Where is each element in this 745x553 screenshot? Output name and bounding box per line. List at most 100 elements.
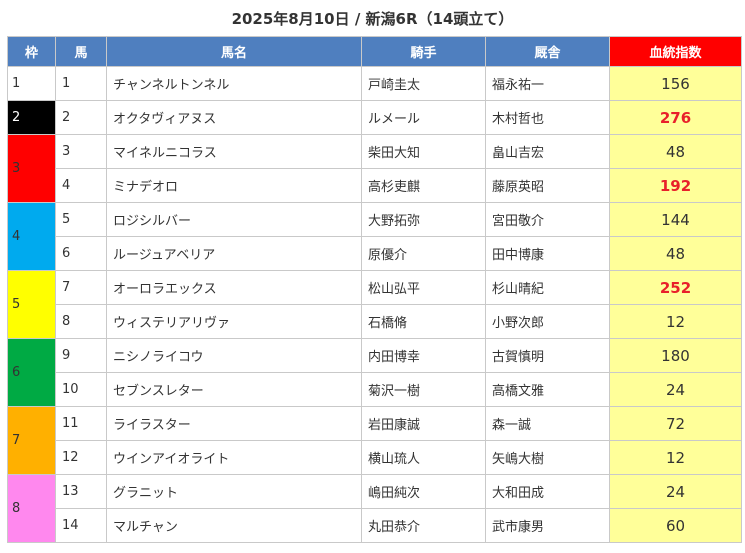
score-cell: 48 [609,236,742,271]
entry-table: 枠 馬 馬名 騎手 厩舎 血統指数 1 1 チャンネルトンネル 戸崎圭太 福永祐一 156… [7,36,742,543]
score-cell: 60 [609,508,742,543]
score-cell: 72 [609,406,742,441]
score-cell: 276 [609,100,742,135]
stable-cell: 森一誠 [485,406,610,441]
table-row: 8 13 グラニット 嶋田純次 大和田成 24 [7,474,742,543]
stable-cell: 藤原英昭 [485,168,610,203]
table-row: 10 セブンスレター 菊沢一樹 高橋文雅 24 [8,372,742,407]
horse-name-cell: オクタヴィアヌス [106,100,362,135]
table-row: 6 ルージュアベリア 原優介 田中博康 48 [8,236,742,271]
stable-cell: 矢嶋大樹 [485,440,610,475]
horse-number-cell: 8 [55,304,107,339]
table-row: 8 ウィステリアリヴァ 石橋脩 小野次郎 12 [8,304,742,339]
horse-name-cell: セブンスレター [106,372,362,407]
table-row: 2 2 オクタヴィアヌス ルメール 木村哲也 276 [7,100,742,135]
jockey-cell: 戸崎圭太 [361,66,486,101]
horse-number-cell: 13 [55,474,107,509]
horse-name-cell: マイネルニコラス [106,134,362,169]
waku-cell: 6 [7,338,56,407]
stable-cell: 小野次郎 [485,304,610,339]
stable-cell: 福永祐一 [485,66,610,101]
table-row: 7 11 ライラスター 岩田康誠 森一誠 72 [7,406,742,475]
score-cell: 192 [609,168,742,203]
score-cell: 48 [609,134,742,169]
horse-number-cell: 5 [55,202,107,237]
table-row: 14 マルチャン 丸田恭介 武市康男 60 [8,508,742,543]
jockey-cell: 嶋田純次 [361,474,486,509]
horse-number-cell: 4 [55,168,107,203]
waku-cell: 7 [7,406,56,475]
horse-name-cell: チャンネルトンネル [106,66,362,101]
header-waku: 枠 [7,36,56,67]
horse-name-cell: ルージュアベリア [106,236,362,271]
horse-name-cell: マルチャン [106,508,362,543]
waku-cell: 2 [7,100,56,135]
horse-name-cell: ロジシルバー [106,202,362,237]
horse-number-cell: 1 [55,66,107,101]
stable-cell: 畠山吉宏 [485,134,610,169]
table-row: 6 9 ニシノライコウ 内田博幸 古賀慎明 180 [7,338,742,407]
table-row: 1 1 チャンネルトンネル 戸崎圭太 福永祐一 156 [7,66,742,101]
waku-cell: 4 [7,202,56,271]
horse-number-cell: 6 [55,236,107,271]
horse-number-cell: 2 [55,100,107,135]
score-cell: 24 [609,372,742,407]
score-cell: 144 [609,202,742,237]
stable-cell: 武市康男 [485,508,610,543]
table-row: 4 5 ロジシルバー 大野拓弥 宮田敬介 144 [7,202,742,271]
horse-number-cell: 3 [55,134,107,169]
horse-name-cell: ライラスター [106,406,362,441]
stable-cell: 杉山晴紀 [485,270,610,305]
jockey-cell: 高杉吏麒 [361,168,486,203]
horse-number-cell: 12 [55,440,107,475]
jockey-cell: 菊沢一樹 [361,372,486,407]
jockey-cell: 大野拓弥 [361,202,486,237]
waku-cell: 5 [7,270,56,339]
stable-cell: 大和田成 [485,474,610,509]
header-score: 血統指数 [609,36,742,67]
horse-name-cell: ウィステリアリヴァ [106,304,362,339]
stable-cell: 高橋文雅 [485,372,610,407]
jockey-cell: 石橋脩 [361,304,486,339]
horse-name-cell: ミナデオロ [106,168,362,203]
jockey-cell: 横山琉人 [361,440,486,475]
table-body: 1 1 チャンネルトンネル 戸崎圭太 福永祐一 156 2 2 オクタヴィアヌス ルメール 木村哲也… [7,66,742,543]
score-cell: 24 [609,474,742,509]
header-jockey: 騎手 [361,36,486,67]
horse-name-cell: グラニット [106,474,362,509]
jockey-cell: 岩田康誠 [361,406,486,441]
header-horse-name: 馬名 [106,36,362,67]
header-stable: 厩舎 [485,36,610,67]
header-row: 枠 馬 馬名 騎手 厩舎 血統指数 [7,36,742,67]
table-row: 5 7 オーロラエックス 松山弘平 杉山晴紀 252 [7,270,742,339]
score-cell: 12 [609,440,742,475]
score-cell: 180 [609,338,742,373]
table-row: 4 ミナデオロ 高杉吏麒 藤原英昭 192 [8,168,742,203]
jockey-cell: 原優介 [361,236,486,271]
horse-number-cell: 10 [55,372,107,407]
horse-number-cell: 9 [55,338,107,373]
table-row: 12 ウインアイオライト 横山琉人 矢嶋大樹 12 [8,440,742,475]
header-uma: 馬 [55,36,107,67]
waku-cell: 1 [7,66,56,101]
table-row: 3 3 マイネルニコラス 柴田大知 畠山吉宏 48 [7,134,742,203]
horse-number-cell: 11 [55,406,107,441]
jockey-cell: 松山弘平 [361,270,486,305]
horse-name-cell: ニシノライコウ [106,338,362,373]
stable-cell: 古賀慎明 [485,338,610,373]
horse-name-cell: オーロラエックス [106,270,362,305]
jockey-cell: ルメール [361,100,486,135]
waku-cell: 3 [7,134,56,203]
horse-number-cell: 14 [55,508,107,543]
waku-cell: 8 [7,474,56,543]
horse-name-cell: ウインアイオライト [106,440,362,475]
jockey-cell: 柴田大知 [361,134,486,169]
stable-cell: 宮田敬介 [485,202,610,237]
stable-cell: 田中博康 [485,236,610,271]
page-title: 2025年8月10日 / 新潟6R（14頭立て） [231,10,514,28]
stable-cell: 木村哲也 [485,100,610,135]
jockey-cell: 内田博幸 [361,338,486,373]
score-cell: 252 [609,270,742,305]
horse-number-cell: 7 [55,270,107,305]
score-cell: 156 [609,66,742,101]
